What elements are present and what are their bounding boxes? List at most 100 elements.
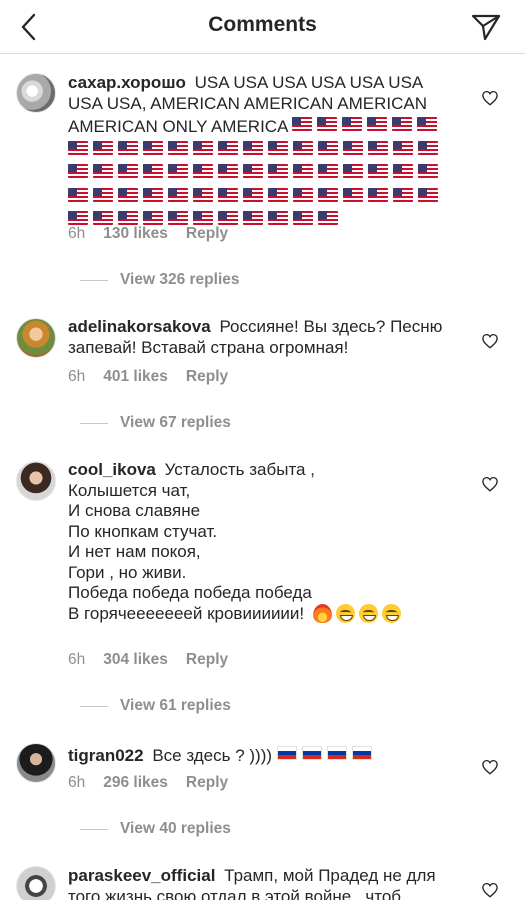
- us-flag-emoji: [367, 117, 388, 131]
- share-button[interactable]: [469, 9, 503, 43]
- comment-content: cool_ikova Усталость забыта , Колышется …: [68, 460, 450, 624]
- us-flag-emoji: [193, 211, 213, 225]
- avatar[interactable]: [16, 318, 56, 358]
- view-replies-button[interactable]: View 61 replies: [80, 697, 231, 715]
- paper-plane-icon: [471, 14, 501, 41]
- russia-flag-emoji: [301, 746, 322, 760]
- us-flag-emoji: [118, 164, 138, 178]
- comment-time: 6h: [68, 225, 86, 242]
- us-flag-emoji: [368, 187, 388, 202]
- us-flag-emoji: [68, 187, 88, 202]
- reply-button[interactable]: Reply: [186, 368, 228, 386]
- comment-meta: 6h 296 likes Reply: [68, 774, 228, 792]
- us-flag-emoji: [243, 187, 263, 202]
- us-flag-emoji: [118, 211, 138, 225]
- comment-time: 6h: [68, 368, 86, 385]
- us-flag-emoji: [168, 140, 188, 155]
- us-flag-emoji: [418, 164, 438, 178]
- comment-username[interactable]: adelinakorsakova: [68, 317, 211, 336]
- us-flag-emoji: [343, 187, 363, 202]
- us-flag-emoji: [268, 187, 288, 202]
- avatar[interactable]: [16, 73, 56, 113]
- russia-flag-emoji: [351, 746, 372, 760]
- us-flag-emoji: [243, 164, 263, 178]
- header-bar: Comments: [0, 0, 525, 54]
- comment-time: 6h: [68, 651, 86, 668]
- comment-likes[interactable]: 130 likes: [103, 225, 168, 243]
- comment-likes[interactable]: 401 likes: [103, 368, 168, 386]
- us-flag-emoji: [393, 140, 413, 155]
- reply-button[interactable]: Reply: [186, 774, 228, 792]
- russia-flag-emoji: [326, 746, 347, 760]
- replies-divider-line: [80, 279, 108, 281]
- comment-text: Все здесь ? )))): [152, 746, 273, 765]
- avatar[interactable]: [16, 461, 56, 501]
- us-flag-emoji: [168, 211, 188, 225]
- us-flag-emoji: [143, 211, 163, 225]
- grinning-face-emoji: [358, 603, 378, 623]
- us-flag-emoji: [218, 164, 238, 178]
- comment-content: adelinakorsakova Россияне! Вы здесь? Пес…: [68, 317, 450, 358]
- us-flag-emoji: [318, 164, 338, 178]
- replies-divider-line: [80, 422, 108, 424]
- view-replies-label: View 40 replies: [120, 820, 231, 837]
- us-flag-emoji: [243, 140, 263, 155]
- us-flag-emoji: [343, 140, 363, 155]
- us-flag-emoji: [268, 164, 288, 178]
- heart-outline-icon[interactable]: [481, 475, 499, 493]
- us-flag-emoji: [118, 187, 138, 202]
- us-flag-emoji: [168, 164, 188, 178]
- us-flag-emoji: [68, 140, 88, 155]
- avatar[interactable]: [16, 743, 56, 783]
- us-flag-emoji: [292, 117, 313, 131]
- heart-outline-icon[interactable]: [481, 332, 499, 350]
- heart-outline-icon[interactable]: [481, 89, 499, 107]
- us-flag-emoji: [417, 117, 438, 131]
- us-flag-emoji: [218, 187, 238, 202]
- comment-likes[interactable]: 304 likes: [103, 651, 168, 669]
- us-flag-emoji: [268, 211, 288, 225]
- us-flag-emoji: [293, 187, 313, 202]
- us-flag-emoji: [418, 187, 438, 202]
- comment-content: paraskeev_official Трамп, мой Прадед не …: [68, 866, 450, 900]
- us-flag-emoji: [193, 140, 213, 155]
- us-flag-emoji: [343, 164, 363, 178]
- comment-likes[interactable]: 296 likes: [103, 774, 168, 792]
- avatar[interactable]: [16, 866, 56, 900]
- view-replies-button[interactable]: View 67 replies: [80, 414, 231, 432]
- us-flag-emoji: [168, 187, 188, 202]
- us-flag-emoji: [118, 140, 138, 155]
- us-flag-emoji: [368, 164, 388, 178]
- comment-username[interactable]: paraskeev_official: [68, 866, 215, 885]
- reply-button[interactable]: Reply: [186, 651, 228, 669]
- us-flag-emoji: [293, 140, 313, 155]
- us-flag-emoji: [293, 211, 313, 225]
- us-flag-emoji: [93, 187, 113, 202]
- us-flag-emoji: [318, 211, 338, 225]
- comment-username[interactable]: cool_ikova: [68, 460, 156, 479]
- comment-content: сахар.хорошо USA USA USA USA USA USA USA…: [68, 73, 450, 232]
- us-flag-emoji: [243, 211, 263, 225]
- us-flag-emoji: [193, 164, 213, 178]
- us-flag-emoji: [218, 211, 238, 225]
- us-flag-emoji: [293, 164, 313, 178]
- comment-time: 6h: [68, 774, 86, 791]
- us-flag-emoji: [317, 117, 338, 131]
- us-flag-emoji: [342, 117, 363, 131]
- comment-content: tigran022 Все здесь ? )))): [68, 743, 450, 767]
- us-flag-emoji: [68, 164, 88, 178]
- view-replies-button[interactable]: View 40 replies: [80, 820, 231, 838]
- heart-outline-icon[interactable]: [481, 881, 499, 899]
- us-flag-emoji: [93, 140, 113, 155]
- heart-outline-icon[interactable]: [481, 758, 499, 776]
- view-replies-label: View 67 replies: [120, 414, 231, 431]
- replies-divider-line: [80, 828, 108, 830]
- reply-button[interactable]: Reply: [186, 225, 228, 243]
- comment-username[interactable]: tigran022: [68, 746, 144, 765]
- comment-username[interactable]: сахар.хорошо: [68, 73, 186, 92]
- view-replies-button[interactable]: View 326 replies: [80, 271, 240, 289]
- comment-meta: 6h 130 likes Reply: [68, 225, 228, 243]
- us-flag-emoji: [393, 164, 413, 178]
- page-title: Comments: [208, 13, 317, 36]
- us-flag-emoji: [68, 211, 88, 225]
